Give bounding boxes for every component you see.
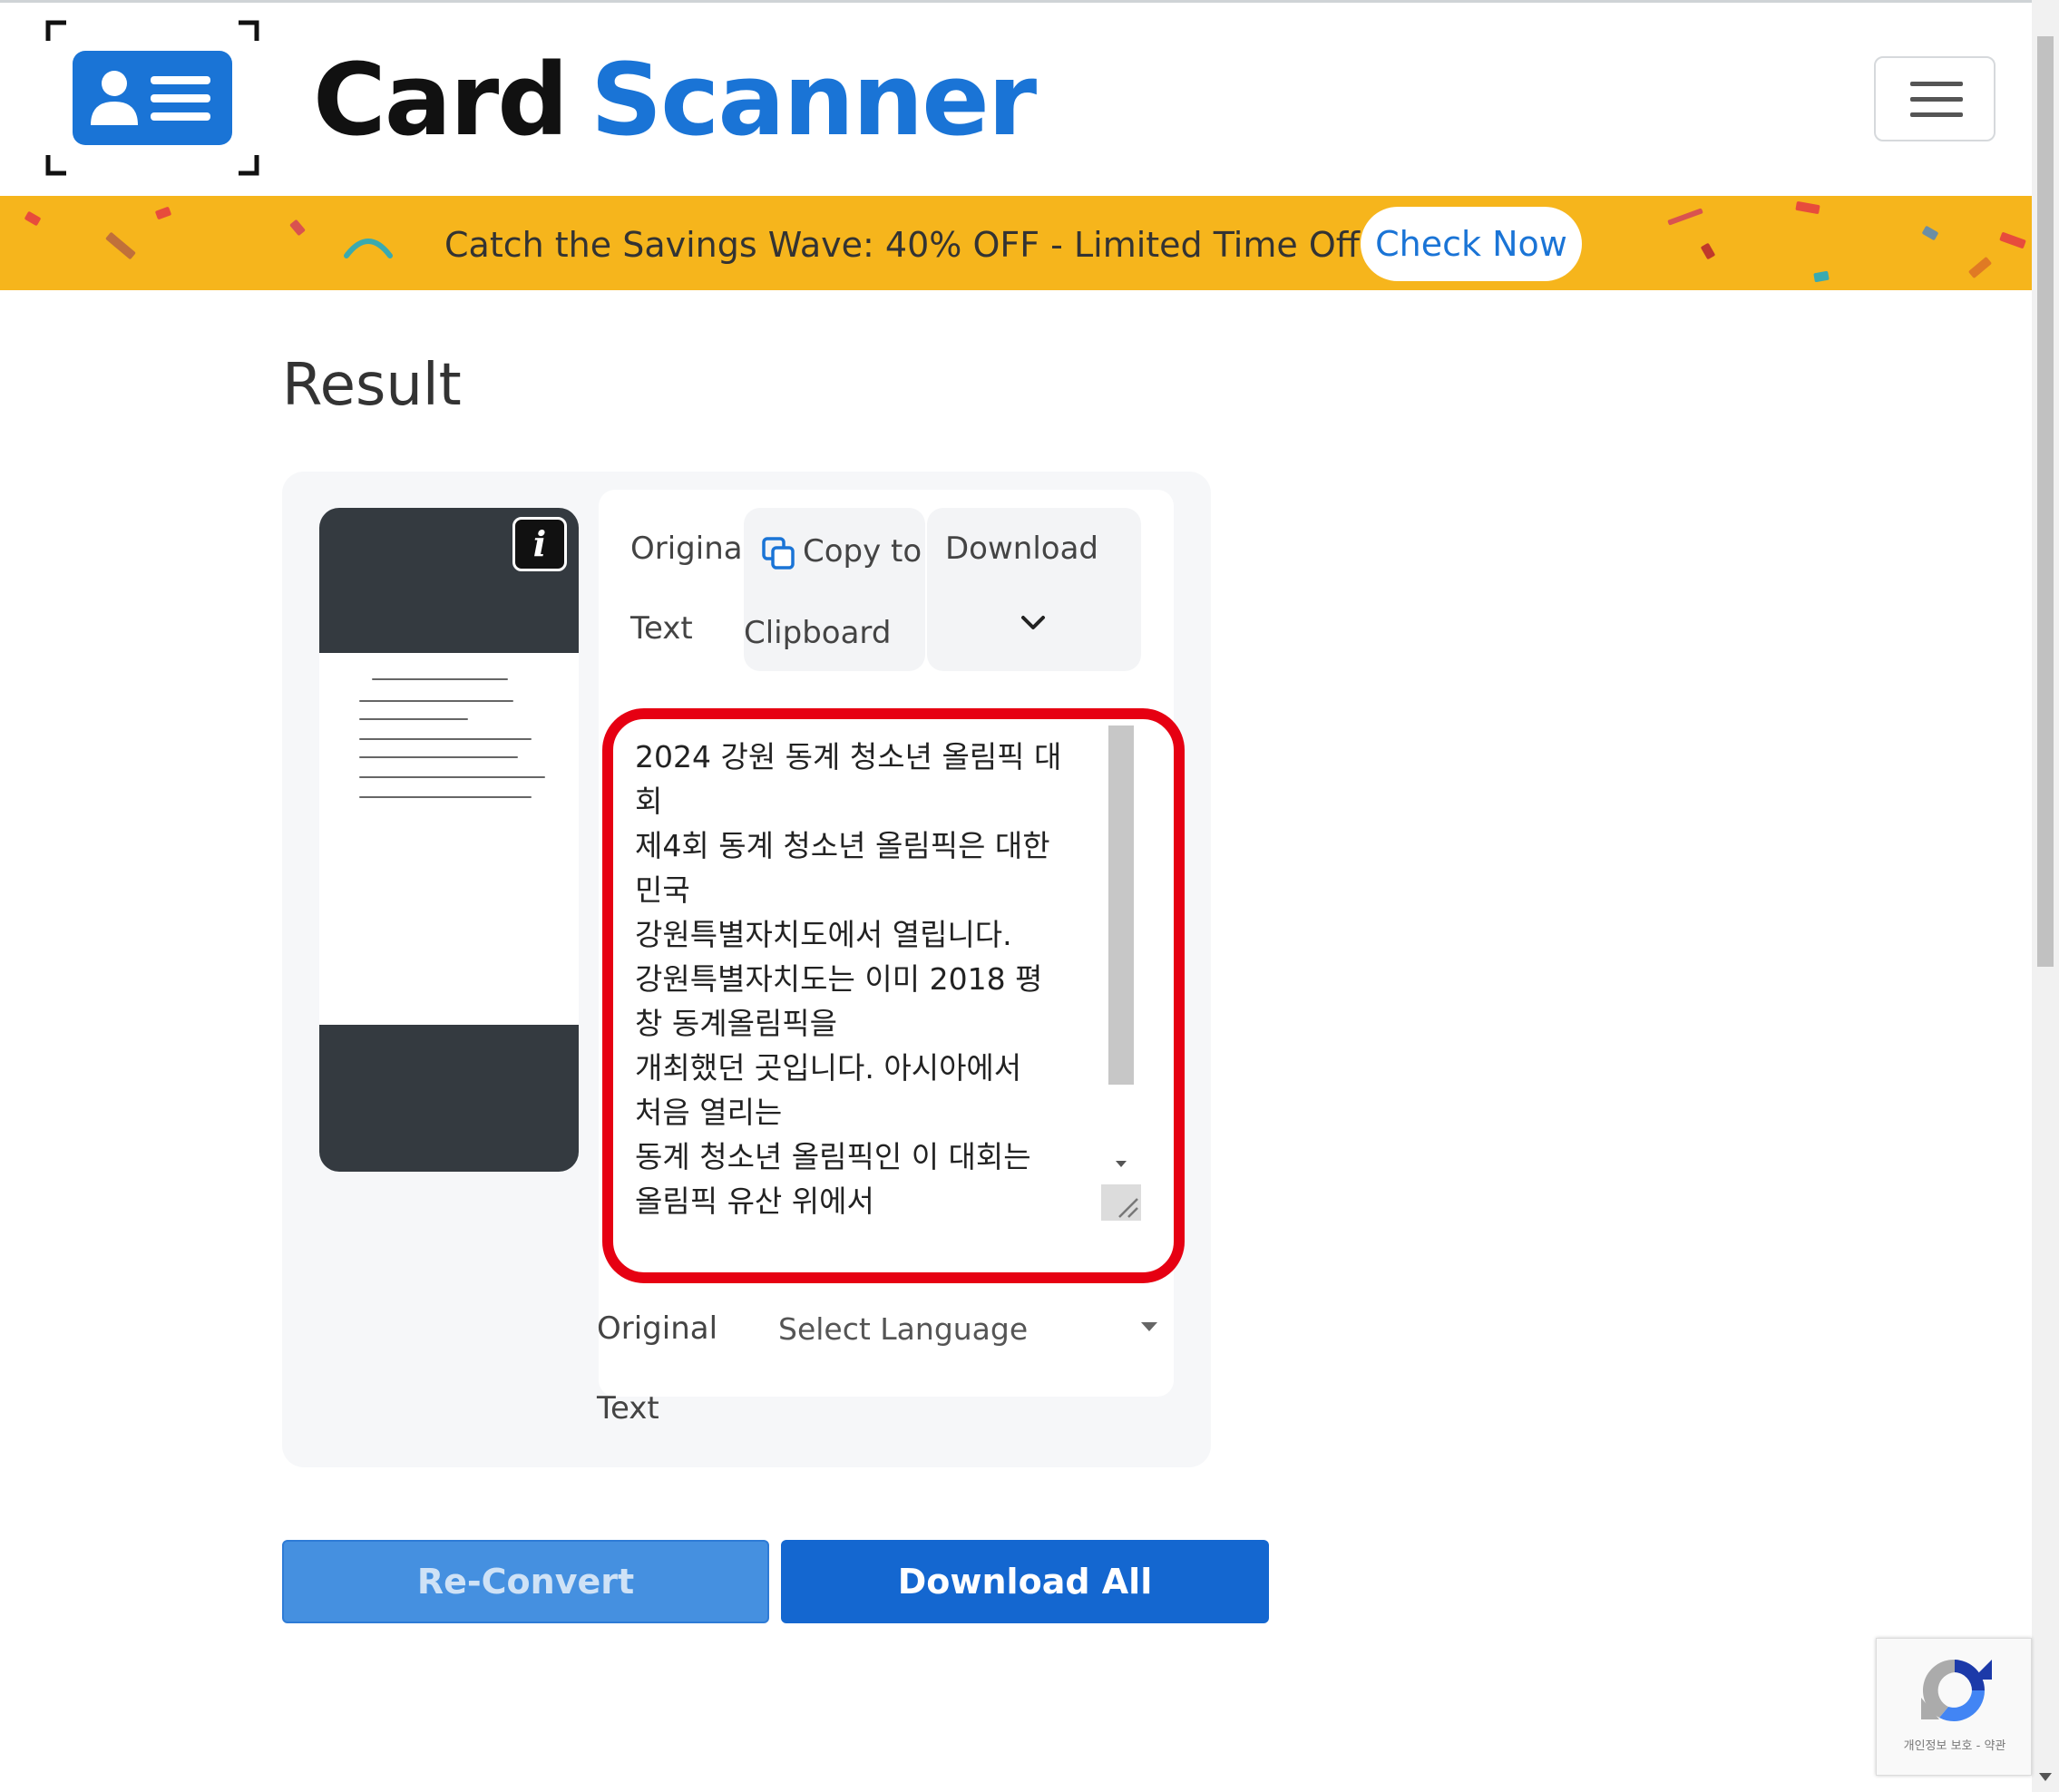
copy-icon (762, 537, 795, 570)
download-label: Download (945, 531, 1099, 567)
original-text-tab-line1[interactable]: Original (630, 531, 751, 567)
promo-text: Catch the Savings Wave: 40% OFF - Limite… (444, 225, 1395, 265)
wave-icon (344, 239, 393, 258)
hamburger-line (1910, 82, 1963, 86)
handwriting-line (359, 738, 532, 740)
recaptcha-logo-icon (1921, 1659, 1992, 1721)
hamburger-line (1910, 97, 1963, 102)
handwriting-line (372, 678, 508, 680)
confetti-decoration (1921, 225, 1939, 241)
copy-label-line1: Copy to (803, 533, 922, 570)
confetti-decoration (1999, 231, 2026, 249)
scanned-page-preview (319, 653, 579, 1025)
copy-label-line2: Clipboard (744, 615, 892, 651)
confetti-decoration (289, 219, 306, 237)
confetti-decoration (104, 231, 137, 260)
original-text-tab-line2[interactable]: Text (630, 610, 693, 647)
translate-label-line1: Original (597, 1310, 718, 1347)
handwriting-line (359, 776, 545, 778)
logo-icon[interactable] (44, 18, 261, 178)
result-heading: Result (282, 352, 462, 419)
info-button[interactable]: i (512, 517, 567, 571)
handwriting-line (359, 718, 468, 720)
download-all-button[interactable]: Download All (781, 1540, 1269, 1623)
confetti-decoration (1700, 242, 1716, 260)
language-select-value: Select Language (778, 1311, 1029, 1347)
highlight-annotation-box (602, 708, 1185, 1283)
handwriting-line (359, 700, 513, 702)
confetti-decoration (1667, 208, 1703, 226)
confetti-decoration (1813, 270, 1830, 283)
check-now-button[interactable]: Check Now (1361, 207, 1582, 281)
brand-word-scanner: Scanner (590, 42, 1037, 158)
confetti-decoration (1967, 256, 1993, 279)
confetti-decoration (154, 206, 172, 220)
brand-title[interactable]: Card Scanner (313, 36, 1037, 163)
page-scroll-down-arrow-icon[interactable] (2035, 1768, 2055, 1787)
hamburger-menu-button[interactable] (1874, 56, 1996, 141)
chevron-down-icon (1021, 616, 1045, 629)
page-scrollbar-thumb[interactable] (2037, 36, 2054, 967)
handwriting-line (359, 796, 532, 798)
re-convert-button[interactable]: Re-Convert (282, 1540, 769, 1623)
brand-word-card: Card (313, 42, 569, 158)
hamburger-line (1910, 112, 1963, 117)
recaptcha-privacy-terms[interactable]: 개인정보 보호 - 약관 (1896, 1739, 2014, 1754)
confetti-decoration (1795, 200, 1820, 215)
handwriting-line (359, 756, 518, 758)
select-caret-icon (1141, 1322, 1157, 1331)
translate-label-line2: Text (597, 1390, 659, 1427)
confetti-decoration (24, 210, 42, 227)
